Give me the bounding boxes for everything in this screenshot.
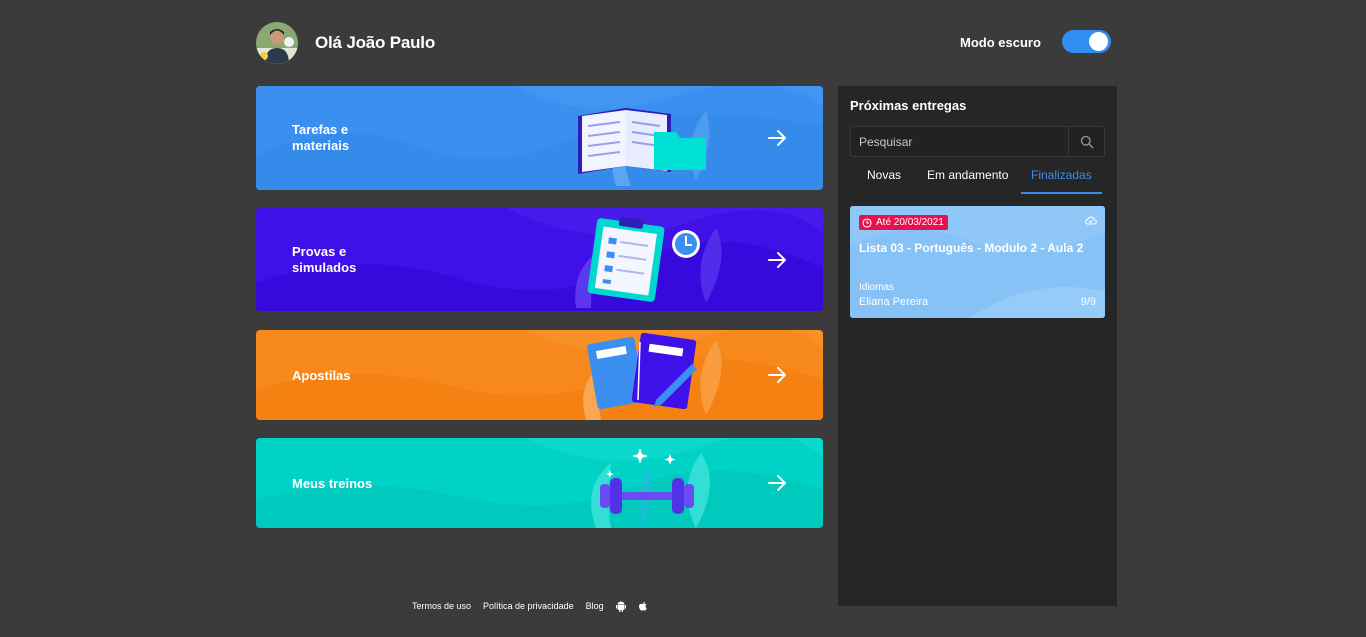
- footer-link-terms[interactable]: Termos de uso: [412, 601, 471, 611]
- header: Olá João Paulo Modo escuro: [256, 22, 1116, 66]
- due-date-badge: Até 20/03/2021: [859, 215, 948, 230]
- task-subject: Idiomas: [859, 282, 895, 293]
- search-button[interactable]: [1068, 127, 1104, 156]
- toggle-knob: [1089, 32, 1108, 51]
- card-tarefas-materiais[interactable]: Tarefas e materiais: [256, 86, 823, 190]
- card-provas-simulados[interactable]: Provas e simulados: [256, 208, 823, 311]
- notebooks-illustration: [583, 332, 722, 420]
- dark-mode-label: Modo escuro: [960, 35, 1041, 50]
- cloud-check-icon: [1085, 216, 1097, 225]
- card-label: Provas e simulados: [292, 244, 357, 275]
- footer-link-privacy[interactable]: Política de privacidade: [483, 601, 574, 611]
- tab-finalizadas[interactable]: Finalizadas: [1031, 168, 1092, 182]
- search-icon: [1080, 135, 1093, 148]
- task-teacher: Eliana Pereira: [859, 296, 929, 308]
- tab-novas[interactable]: Novas: [867, 168, 901, 182]
- clipboard-clock-illustration: [575, 216, 722, 308]
- clock-icon: [862, 217, 872, 228]
- apple-icon[interactable]: [638, 601, 648, 612]
- arrow-right-icon[interactable]: [766, 249, 788, 271]
- open-book-folder-illustration: [578, 108, 710, 186]
- avatar[interactable]: [256, 22, 298, 64]
- dumbbell-illustration: [591, 448, 710, 528]
- task-title: Lista 03 - Português - Modulo 2 - Aula 2: [859, 241, 1084, 255]
- arrow-right-icon[interactable]: [766, 364, 788, 386]
- search-input[interactable]: [851, 127, 1068, 156]
- card-meus-treinos[interactable]: Meus treinos: [256, 438, 823, 528]
- upcoming-deliveries-panel: Próximas entregas Novas Em andamento Fin…: [838, 86, 1117, 606]
- tab-em-andamento[interactable]: Em andamento: [927, 168, 1008, 182]
- tabs: Novas Em andamento Finalizadas: [850, 166, 1105, 194]
- card-apostilas[interactable]: Apostilas: [256, 330, 823, 420]
- greeting: Olá João Paulo: [315, 33, 436, 52]
- search-box: [850, 126, 1105, 157]
- android-icon[interactable]: [615, 601, 626, 612]
- card-label: Tarefas e materiais: [292, 122, 350, 153]
- active-tab-underline: [1021, 192, 1102, 194]
- card-label: Apostilas: [292, 368, 351, 383]
- task-count: 9/9: [1080, 296, 1096, 308]
- dark-mode-toggle[interactable]: [1062, 30, 1111, 53]
- footer-link-blog[interactable]: Blog: [586, 601, 604, 611]
- arrow-right-icon[interactable]: [766, 472, 788, 494]
- footer: Termos de uso Política de privacidade Bl…: [412, 599, 648, 613]
- card-label: Meus treinos: [292, 476, 373, 491]
- task-card[interactable]: Até 20/03/2021 Lista 03 - Português - Mo…: [850, 206, 1105, 318]
- arrow-right-icon[interactable]: [766, 127, 788, 149]
- panel-title: Próximas entregas: [850, 98, 967, 113]
- due-date: Até 20/03/2021: [876, 217, 944, 228]
